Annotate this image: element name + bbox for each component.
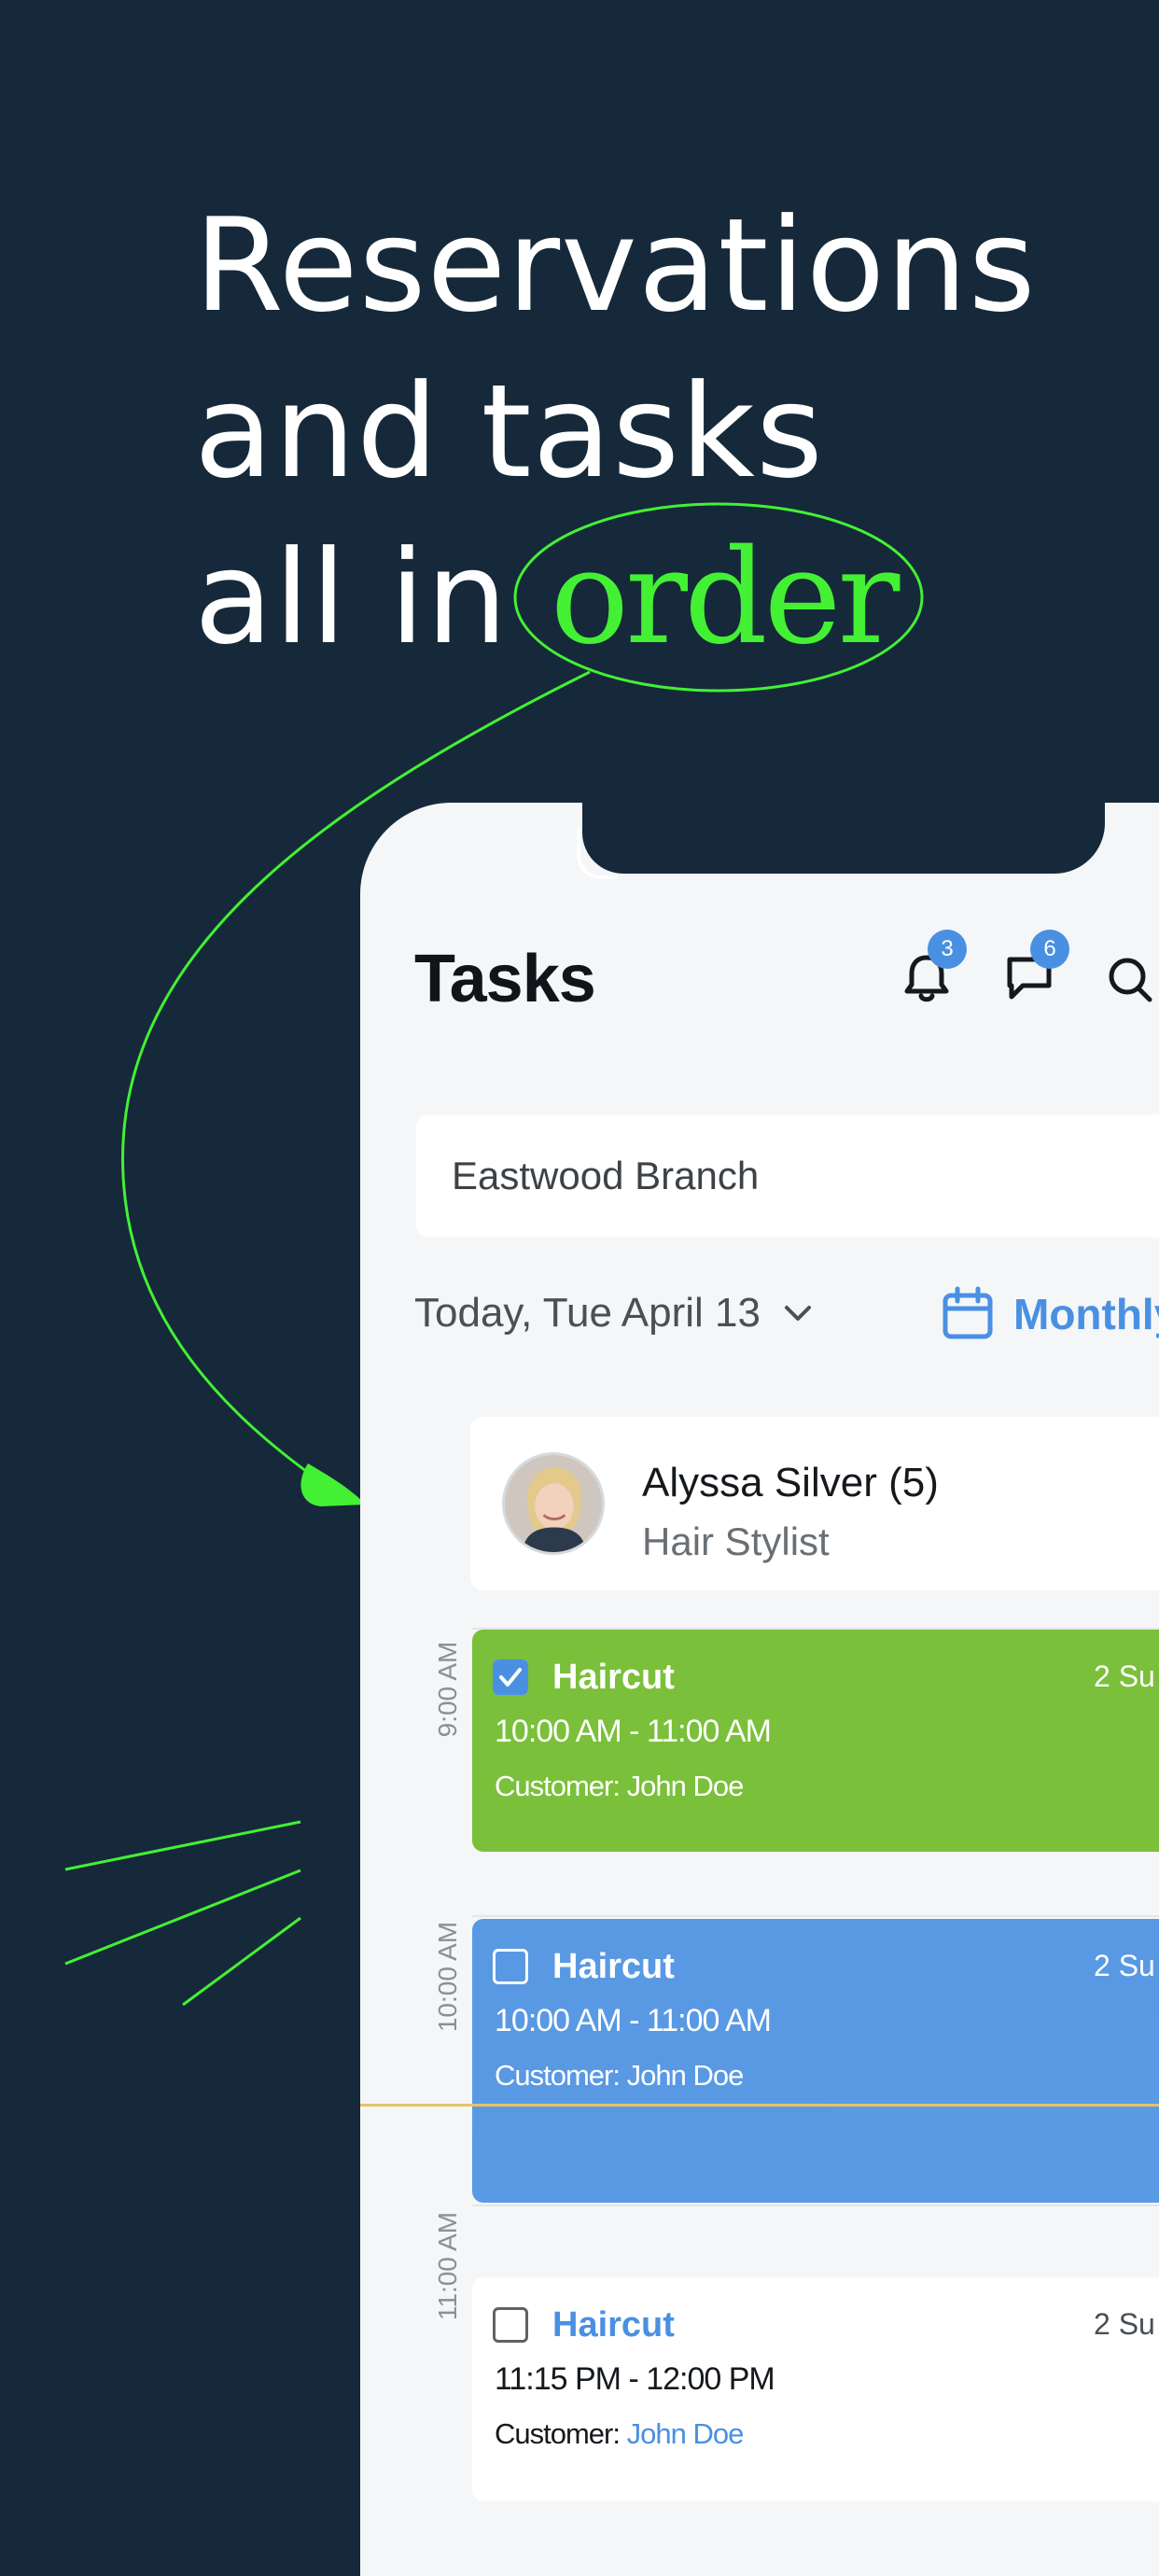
task-meta: 2 Su — [1094, 1949, 1155, 1982]
avatar — [502, 1452, 605, 1555]
task-time: 11:15 PM - 12:00 PM — [495, 2361, 775, 2397]
messages-badge: 6 — [1030, 930, 1069, 969]
checkmark-icon — [493, 1659, 528, 1695]
hour-divider — [472, 1915, 1159, 1917]
avatar-portrait-icon — [505, 1455, 602, 1552]
task-customer: Customer: John Doe — [495, 1770, 745, 1803]
task-checkbox[interactable] — [493, 1659, 528, 1695]
task-name: Haircut — [552, 1947, 675, 1986]
chevron-down-icon — [784, 1306, 811, 1321]
current-time-indicator — [360, 2104, 1159, 2107]
task-meta: 2 Su — [1094, 2307, 1155, 2341]
notch-detail — [577, 827, 618, 879]
spark-line-3 — [182, 1916, 301, 2007]
staff-role: Hair Stylist — [642, 1519, 830, 1563]
customer-name: John Doe — [626, 2059, 745, 2092]
notification-badge: 3 — [928, 930, 967, 969]
task-name-link[interactable]: Haircut — [552, 2305, 675, 2345]
hour-divider — [472, 2205, 1159, 2206]
search-icon — [1109, 958, 1152, 1002]
task-checkbox[interactable] — [493, 2307, 528, 2343]
time-slot-label: 10:00 AM — [433, 1921, 462, 2033]
customer-name: John Doe — [626, 1770, 745, 1802]
phone-notch — [582, 803, 1105, 874]
calendar-icon — [943, 1286, 993, 1339]
task-meta: 2 Su — [1094, 1659, 1155, 1693]
customer-link[interactable]: John Doe — [627, 2417, 745, 2450]
customer-prefix: Customer: — [495, 2059, 627, 2092]
date-selector[interactable]: Today, Tue April 13 — [414, 1290, 815, 1337]
customer-prefix: Customer: — [495, 1770, 627, 1802]
notifications-button[interactable]: 3 — [894, 930, 967, 1010]
staff-name: Alyssa Silver (5) — [642, 1460, 939, 1505]
task-customer: Customer: John Doe — [495, 2417, 745, 2451]
task-card[interactable]: Haircut 10:00 AM - 11:00 AM Customer: Jo… — [472, 1630, 1159, 1852]
view-mode-label: Monthly — [1013, 1290, 1159, 1338]
time-slot-label: 11:00 AM — [433, 2211, 462, 2321]
messages-button[interactable]: 6 — [997, 930, 1069, 1010]
task-card[interactable]: Haircut 10:00 AM - 11:00 AM Customer: Jo… — [472, 1919, 1159, 2203]
view-mode-selector[interactable]: Monthly — [941, 1286, 1159, 1342]
arrow-head-icon — [300, 1463, 366, 1506]
spark-line-1 — [64, 1820, 301, 1871]
branch-selector[interactable]: Eastwood Branch — [416, 1114, 1159, 1238]
search-button[interactable] — [1097, 945, 1159, 1010]
date-label: Today, Tue April 13 — [414, 1290, 761, 1336]
task-customer: Customer: John Doe — [495, 2059, 745, 2093]
time-slot-label: 9:00 AM — [433, 1641, 462, 1738]
page-title: Tasks — [414, 942, 596, 1016]
accent-ellipse — [513, 502, 924, 693]
task-time: 10:00 AM - 11:00 AM — [495, 2003, 772, 2038]
spark-line-2 — [64, 1869, 301, 1966]
staff-card[interactable]: Alyssa Silver (5) Hair Stylist — [470, 1417, 1159, 1590]
task-card[interactable]: Haircut 11:15 PM - 12:00 PM Customer: Jo… — [472, 2277, 1159, 2501]
task-checkbox[interactable] — [493, 1949, 528, 1984]
task-name: Haircut — [552, 1658, 675, 1697]
phone-screen: Tasks 3 6 Eastwood Branch Today, Tue Apr… — [360, 803, 1159, 2576]
task-time: 10:00 AM - 11:00 AM — [495, 1714, 772, 1749]
customer-prefix: Customer: — [495, 2417, 627, 2450]
